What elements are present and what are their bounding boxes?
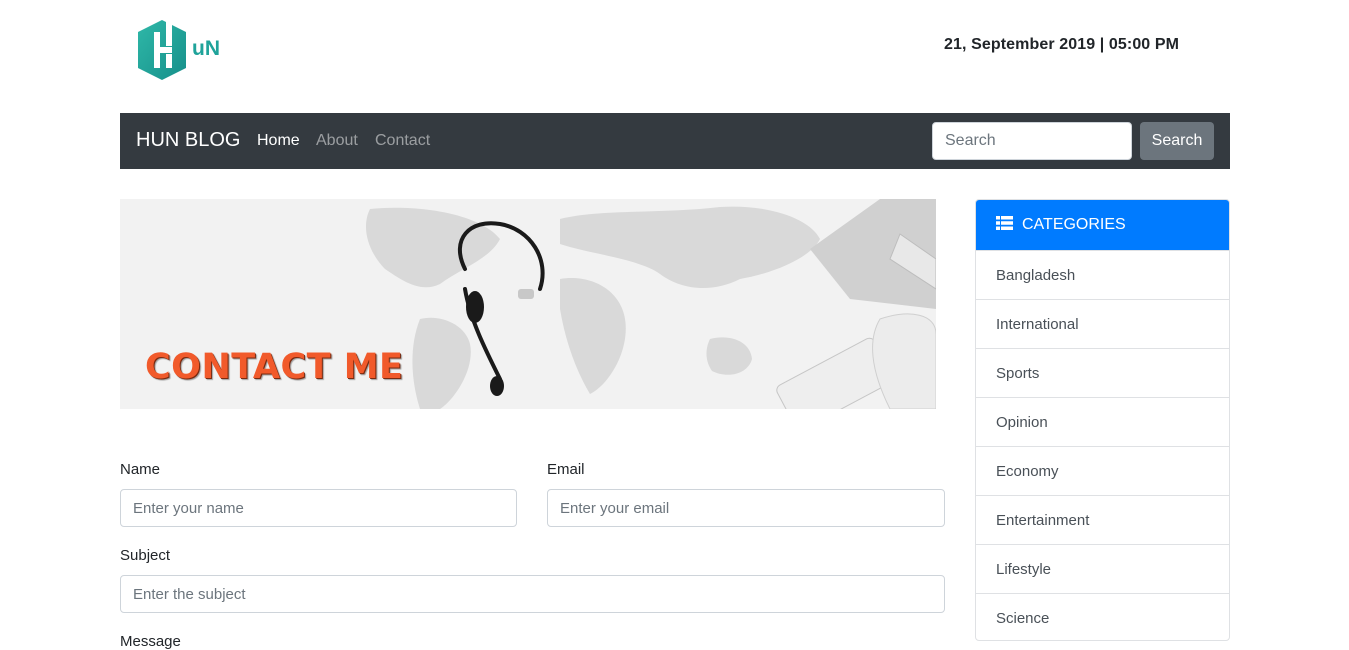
search-button[interactable]: Search [1140, 122, 1214, 160]
category-item-sports[interactable]: Sports [976, 348, 1229, 397]
email-label: Email [547, 461, 585, 478]
nav-link-about[interactable]: About [316, 132, 358, 150]
categories-header: CATEGORIES [976, 200, 1229, 250]
category-item-science[interactable]: Science [976, 593, 1229, 640]
site-logo[interactable]: uN [134, 18, 226, 82]
contact-banner: CONTACT ME [120, 199, 936, 409]
list-icon [996, 215, 1013, 235]
name-label: Name [120, 461, 161, 478]
banner-title: CONTACT ME [145, 347, 404, 387]
email-input[interactable] [547, 489, 945, 527]
message-label: Message [120, 633, 181, 650]
logo-text: uN [192, 37, 220, 60]
category-item-bangladesh[interactable]: Bangladesh [976, 250, 1229, 299]
nav-link-contact[interactable]: Contact [375, 132, 430, 150]
category-item-lifestyle[interactable]: Lifestyle [976, 544, 1229, 593]
category-item-international[interactable]: International [976, 299, 1229, 348]
categories-panel: CATEGORIES Bangladesh International Spor… [975, 199, 1230, 641]
subject-label: Subject [120, 547, 171, 564]
category-item-economy[interactable]: Economy [976, 446, 1229, 495]
subject-input[interactable] [120, 575, 945, 613]
name-input[interactable] [120, 489, 517, 527]
search-input[interactable] [932, 122, 1132, 160]
navbar-brand[interactable]: HUN BLOG [136, 129, 240, 152]
date-time: 21, September 2019 | 05:00 PM [944, 36, 1180, 53]
category-item-opinion[interactable]: Opinion [976, 397, 1229, 446]
category-item-entertainment[interactable]: Entertainment [976, 495, 1229, 544]
nav-link-home[interactable]: Home [257, 132, 300, 150]
categories-title: CATEGORIES [1022, 216, 1126, 233]
top-navbar: HUN BLOG Home About Contact Search [120, 113, 1230, 169]
